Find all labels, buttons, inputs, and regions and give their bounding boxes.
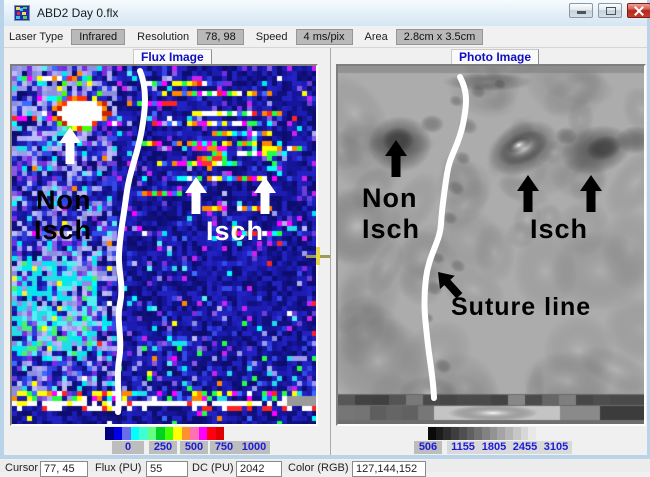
panel-divider xyxy=(330,48,331,455)
colorbar-step xyxy=(165,427,174,440)
flux-tick-250: 250 xyxy=(149,441,177,454)
colorbar-step xyxy=(173,427,182,440)
resolution-value[interactable]: 78, 98 xyxy=(197,29,244,45)
window-frame-bottom xyxy=(0,455,650,459)
flux-image-canvas[interactable] xyxy=(12,66,316,424)
resolution-label: Resolution xyxy=(137,31,189,43)
area-label: Area xyxy=(365,31,388,43)
laser-type-value[interactable]: Infrared xyxy=(71,29,125,45)
close-button[interactable] xyxy=(627,3,650,18)
colorbar-step xyxy=(156,427,165,440)
flux-document-icon xyxy=(14,5,30,21)
colorbar-step xyxy=(482,427,490,440)
colorbar-step xyxy=(505,427,513,440)
colorbar-step xyxy=(451,427,459,440)
colorbar-step xyxy=(497,427,505,440)
status-bar: Cursor 77, 45 Flux (PU) 55 DC (PU) 2042 … xyxy=(0,460,650,472)
photo-colorbar[interactable] xyxy=(428,427,536,440)
area-value[interactable]: 2.8cm x 3.5cm xyxy=(396,29,484,45)
colorbar-step xyxy=(513,427,521,440)
color-rgb-label: Color (RGB) xyxy=(288,462,349,474)
flux-pu-value-box: 55 xyxy=(146,461,188,477)
colorbar-step xyxy=(467,427,475,440)
photo-image-canvas[interactable] xyxy=(338,66,644,424)
colorbar-step xyxy=(216,427,225,440)
flux-tick-1000: 1000 xyxy=(238,441,270,454)
colorbar-step xyxy=(131,427,140,440)
colorbar-step xyxy=(474,427,482,440)
flux-image-panel: Non Isch Isch xyxy=(10,64,318,426)
flux-pu-label: Flux (PU) xyxy=(95,462,141,474)
flux-tick-500: 500 xyxy=(180,441,208,454)
colorbar-step xyxy=(436,427,444,440)
flux-tick-0: 0 xyxy=(112,441,144,454)
photo-tick-506: 506 xyxy=(414,441,442,454)
colorbar-step xyxy=(182,427,191,440)
toolbar: Laser Type Infrared Resolution 78, 98 Sp… xyxy=(4,26,647,48)
window-frame-left xyxy=(0,0,4,459)
minimize-button[interactable] xyxy=(569,3,593,18)
colorbar-step xyxy=(428,427,436,440)
flux-tick-750: 750 xyxy=(210,441,238,454)
app-window: { "window": { "title": "ABD2 Day 0.flx",… xyxy=(0,0,650,472)
speed-value[interactable]: 4 ms/pix xyxy=(296,29,353,45)
colorbar-step xyxy=(207,427,216,440)
colorbar-step xyxy=(459,427,467,440)
maximize-button[interactable] xyxy=(598,3,622,18)
dc-pu-label: DC (PU) xyxy=(192,462,234,474)
dc-pu-value-box: 2042 xyxy=(236,461,282,477)
photo-image-panel: Non Isch Isch Suture line xyxy=(336,64,646,426)
photo-tick-3105: 3105 xyxy=(540,441,572,454)
colorbar-step xyxy=(148,427,157,440)
colorbar-step xyxy=(122,427,131,440)
window-title: ABD2 Day 0.flx xyxy=(37,6,118,20)
colorbar-step xyxy=(105,427,114,440)
color-rgb-value-box: 127,144,152 xyxy=(352,461,426,477)
colorbar-step xyxy=(114,427,123,440)
cursor-value-box: 77, 45 xyxy=(40,461,88,477)
colorbar-step xyxy=(199,427,208,440)
colorbar-step xyxy=(139,427,148,440)
colorbar-step xyxy=(443,427,451,440)
speed-label: Speed xyxy=(256,31,288,43)
photo-tick-1155: 1155 xyxy=(447,441,479,454)
title-bar[interactable]: ABD2 Day 0.flx xyxy=(4,0,647,27)
photo-tick-1805: 1805 xyxy=(478,441,510,454)
colorbar-step xyxy=(521,427,529,440)
colorbar-step xyxy=(490,427,498,440)
colorbar-step xyxy=(190,427,199,440)
photo-tick-2455: 2455 xyxy=(509,441,541,454)
laser-type-label: Laser Type xyxy=(9,31,63,43)
colorbar-step xyxy=(528,427,536,440)
flux-colorbar[interactable] xyxy=(105,427,224,440)
cursor-label: Cursor xyxy=(5,462,38,474)
